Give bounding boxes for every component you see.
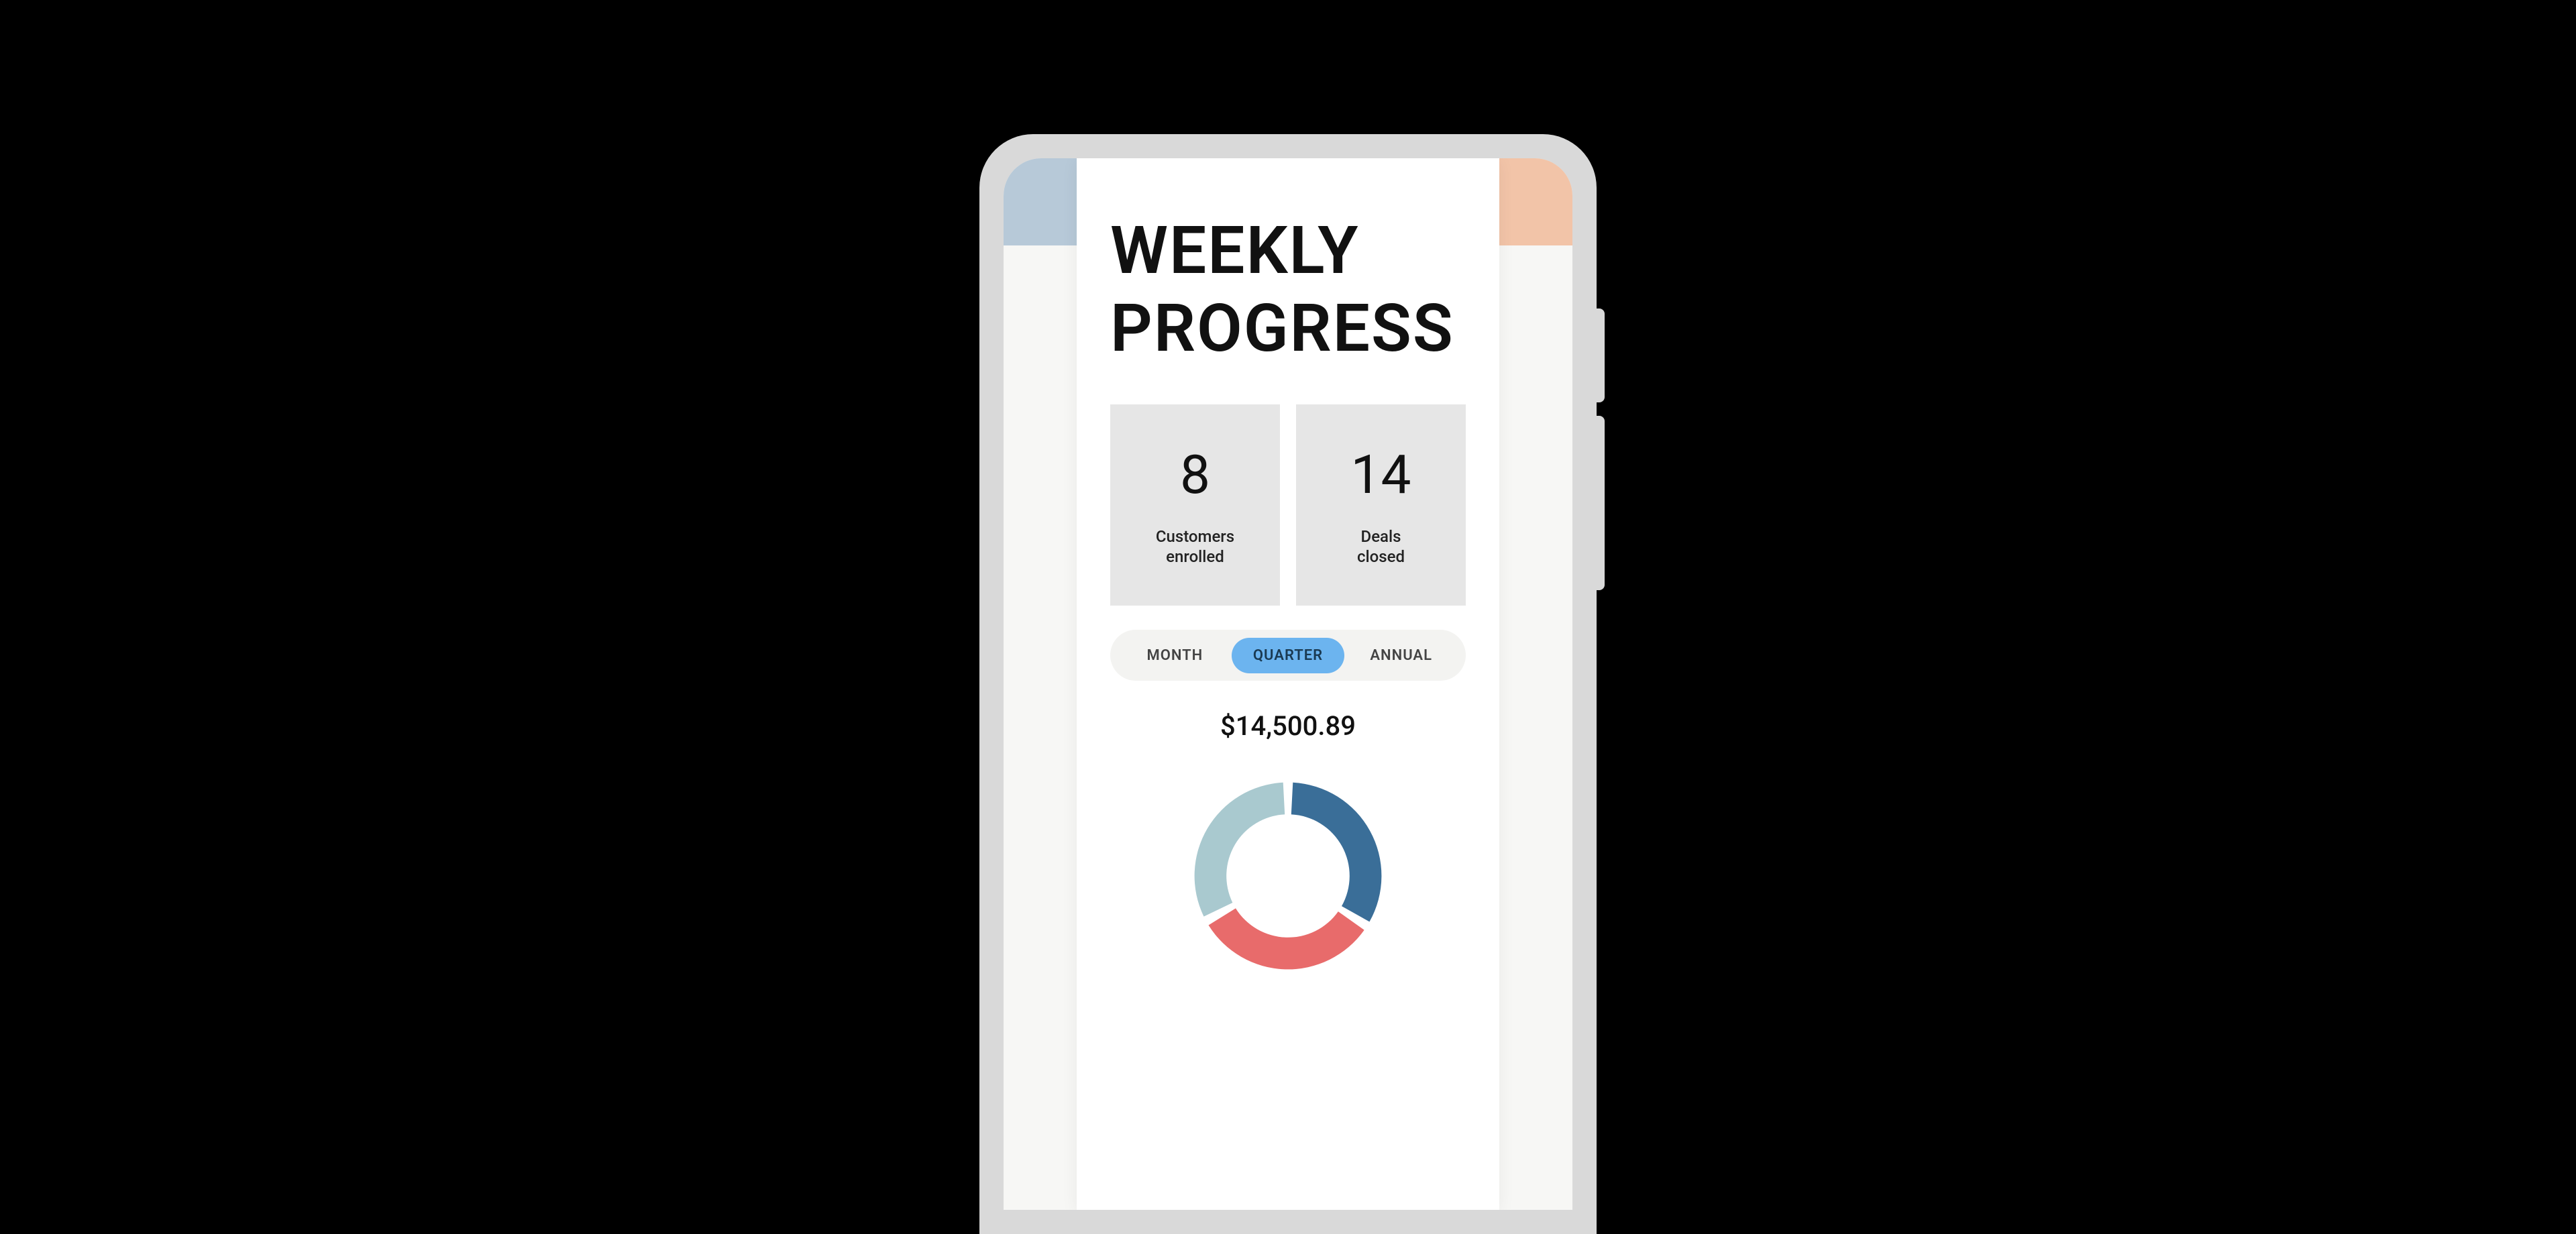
stat-label: Customers enrolled — [1156, 526, 1234, 567]
stat-tile-customers[interactable]: 8 Customers enrolled — [1110, 404, 1280, 606]
summary-amount: $14,500.89 — [1110, 710, 1466, 742]
donut-chart — [1174, 762, 1402, 990]
stat-label: Deals closed — [1357, 526, 1405, 567]
background-accent-right — [1492, 158, 1572, 245]
period-segmented-control: MONTH QUARTER ANNUAL — [1110, 630, 1466, 681]
segment-annual[interactable]: ANNUAL — [1344, 638, 1458, 673]
segment-quarter[interactable]: QUARTER — [1232, 638, 1345, 673]
stat-value: 8 — [1180, 443, 1210, 506]
donut-segment — [1291, 783, 1382, 922]
donut-segment — [1209, 909, 1364, 970]
phone-frame: WEEKLY PROGRESS 8 Customers enrolled 14 … — [979, 134, 1597, 1234]
stat-tile-deals[interactable]: 14 Deals closed — [1296, 404, 1466, 606]
donut-chart-container — [1110, 762, 1466, 990]
donut-segment — [1195, 783, 1285, 917]
segment-month[interactable]: MONTH — [1118, 638, 1232, 673]
phone-screen: WEEKLY PROGRESS 8 Customers enrolled 14 … — [1004, 158, 1572, 1210]
page-title-line-1: WEEKLY — [1110, 212, 1466, 290]
background-accent-left — [1004, 158, 1084, 245]
stats-row: 8 Customers enrolled 14 Deals closed — [1110, 404, 1466, 606]
page-title-line-2: PROGRESS — [1110, 290, 1466, 368]
phone-side-button-1 — [1594, 308, 1605, 402]
phone-side-button-2 — [1594, 416, 1605, 590]
progress-card: WEEKLY PROGRESS 8 Customers enrolled 14 … — [1077, 158, 1499, 1210]
stat-value: 14 — [1351, 443, 1411, 506]
